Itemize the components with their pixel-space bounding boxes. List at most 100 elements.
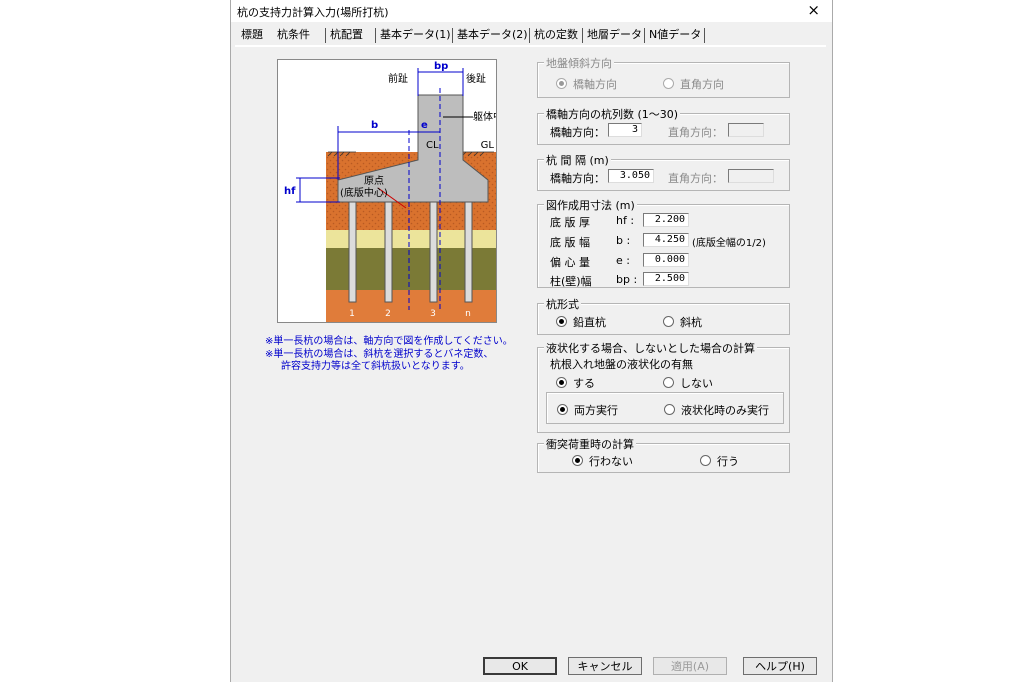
dim-hf-symbol: hf : [616, 214, 635, 227]
radio-run-both-label: 両方実行 [574, 404, 618, 417]
tab-strip: 標題 杭条件 杭配置 基本データ(1) 基本データ(2) 杭の定数 地層データ … [239, 26, 832, 45]
label-body-center: 躯体中心 [473, 110, 496, 123]
pile-rows-axial-input[interactable]: 3 [608, 123, 642, 137]
radio-slope-perp-label: 直角方向 [680, 78, 724, 91]
radio-indicator [556, 377, 567, 388]
pile-spacing-perp-label: 直角方向： [668, 172, 723, 185]
radio-battered-pile-label: 斜杭 [680, 316, 702, 329]
apply-button[interactable]: 適用(A) [653, 657, 727, 675]
tab-strata-data[interactable]: 地層データ [587, 26, 642, 44]
radio-run-liquefied-only-label: 液状化時のみ実行 [681, 404, 769, 417]
help-button[interactable]: ヘルプ(H) [743, 657, 817, 675]
pile-number-2: 2 [385, 309, 391, 319]
drawing-dims-title: 図作成用寸法 (m) [544, 197, 637, 213]
tab-divider [529, 28, 530, 43]
radio-indicator [556, 78, 567, 89]
footing-diagram: 前趾 後趾 bp 躯体中心 b e CL GL hf 原点 (底版中心) 1 2… [277, 59, 513, 323]
footing-diagram-svg: 前趾 後趾 bp 躯体中心 b e CL GL hf 原点 (底版中心) 1 2… [284, 61, 513, 322]
dim-e-symbol: e : [616, 254, 630, 267]
pile-spacing-perp-input[interactable] [728, 169, 774, 183]
label-bp: bp [434, 61, 448, 72]
tab-pile-layout[interactable]: 杭配置 [330, 26, 363, 44]
tab-title[interactable]: 標題 [241, 26, 263, 44]
liquefaction-group: 液状化する場合、しないとした場合の計算 杭根入れ地盤の液状化の有無 する しない… [537, 340, 790, 433]
label-gl: GL [481, 140, 495, 151]
pile-spacing-title: 杭 間 隔 (m) [544, 152, 611, 168]
label-origin-sub: (底版中心) [340, 186, 388, 199]
tab-basic-data-2[interactable]: 基本データ(2) [457, 26, 528, 44]
radio-indicator [700, 455, 711, 466]
radio-vertical-pile[interactable]: 鉛直杭 [556, 314, 606, 330]
pile-spacing-group: 杭 間 隔 (m) 橋軸方向： 3.050 直角方向： [537, 152, 790, 191]
radio-liquefy-yes-label: する [573, 377, 595, 390]
pile-number-3: 3 [430, 309, 436, 319]
pile-rows-perp-label: 直角方向： [668, 126, 723, 139]
radio-run-both[interactable]: 両方実行 [557, 402, 618, 418]
ground-slope-group: 地盤傾斜方向 橋軸方向 直角方向 [537, 55, 790, 98]
impact-title: 衝突荷重時の計算 [544, 436, 636, 452]
dim-e-label: 偏 心 量 [550, 256, 590, 269]
liquefaction-title: 液状化する場合、しないとした場合の計算 [544, 340, 757, 356]
dialog-window: 杭の支持力計算入力(場所打杭) × 標題 杭条件 杭配置 基本データ(1) 基本… [230, 0, 833, 682]
radio-impact-no-label: 行わない [589, 455, 633, 468]
dim-bp-input[interactable]: 2.500 [643, 272, 689, 286]
pile-rows-group: 橋軸方向の杭列数 (1～30) 橋軸方向： 3 直角方向： [537, 106, 790, 145]
cancel-button[interactable]: キャンセル [568, 657, 642, 675]
radio-impact-no[interactable]: 行わない [572, 453, 633, 469]
liquefaction-mode-box: 両方実行 液状化時のみ実行 [546, 392, 784, 424]
radio-vertical-pile-label: 鉛直杭 [573, 316, 606, 329]
pile-rows-perp-input[interactable] [728, 123, 764, 137]
radio-indicator [664, 404, 675, 415]
label-back: 後趾 [466, 72, 486, 85]
radio-impact-yes[interactable]: 行う [700, 453, 739, 469]
label-e: e [421, 120, 428, 131]
tab-divider [704, 28, 705, 43]
pile-number-1: 1 [349, 309, 355, 319]
radio-indicator [557, 404, 568, 415]
dim-e-input[interactable]: 0.000 [643, 253, 689, 267]
radio-liquefy-no-label: しない [680, 377, 713, 390]
pile-number-n: n [465, 309, 471, 319]
radio-slope-axial[interactable]: 橋軸方向 [556, 76, 617, 92]
tab-divider [375, 28, 376, 43]
radio-indicator [556, 316, 567, 327]
radio-impact-yes-label: 行う [717, 455, 739, 468]
tab-divider [582, 28, 583, 43]
radio-indicator [663, 377, 674, 388]
window-title: 杭の支持力計算入力(場所打杭) [237, 6, 389, 19]
tab-pile-constants[interactable]: 杭の定数 [534, 26, 578, 44]
title-bar: 杭の支持力計算入力(場所打杭) × [231, 0, 832, 22]
radio-indicator [663, 316, 674, 327]
radio-slope-perp[interactable]: 直角方向 [663, 76, 724, 92]
tab-basic-data-1[interactable]: 基本データ(1) [380, 26, 451, 44]
close-icon[interactable]: × [807, 1, 820, 19]
dim-hf-label: 底 版 厚 [550, 216, 590, 229]
dim-b-label: 底 版 幅 [550, 236, 590, 249]
impact-group: 衝突荷重時の計算 行わない 行う [537, 436, 790, 473]
tab-n-value-data[interactable]: N値データ [649, 26, 701, 44]
dim-b-symbol: b : [616, 234, 631, 247]
tab-divider [325, 28, 326, 43]
dim-bp-symbol: bp : [616, 273, 638, 286]
radio-slope-axial-label: 橋軸方向 [573, 78, 617, 91]
dim-bp-label: 柱(壁)幅 [550, 275, 592, 288]
pile-spacing-axial-input[interactable]: 3.050 [608, 169, 654, 183]
dim-b-input[interactable]: 4.250 [643, 233, 689, 247]
dim-hf-input[interactable]: 2.200 [643, 213, 689, 227]
tab-panel: 前趾 後趾 bp 躯体中心 b e CL GL hf 原点 (底版中心) 1 2… [235, 45, 826, 653]
footing-body [337, 94, 489, 203]
radio-liquefy-yes[interactable]: する [556, 375, 595, 391]
pile-spacing-axial-label: 橋軸方向： [550, 172, 605, 185]
radio-liquefy-no[interactable]: しない [663, 375, 713, 391]
radio-run-liquefied-only[interactable]: 液状化時のみ実行 [664, 402, 769, 418]
tab-pile-conditions[interactable]: 杭条件 [277, 26, 310, 44]
pile-type-title: 杭形式 [544, 296, 581, 312]
drawing-dims-group: 図作成用寸法 (m) 底 版 厚 hf : 2.200 底 版 幅 b : 4.… [537, 197, 790, 288]
radio-indicator [572, 455, 583, 466]
pile-rows-title: 橋軸方向の杭列数 (1～30) [544, 106, 681, 122]
ok-button[interactable]: OK [483, 657, 557, 675]
note-line-3: 許容支持力等は全て斜杭扱いとなります。 [281, 361, 470, 372]
label-front: 前趾 [388, 72, 408, 85]
radio-battered-pile[interactable]: 斜杭 [663, 314, 702, 330]
label-cl: CL [426, 140, 439, 151]
